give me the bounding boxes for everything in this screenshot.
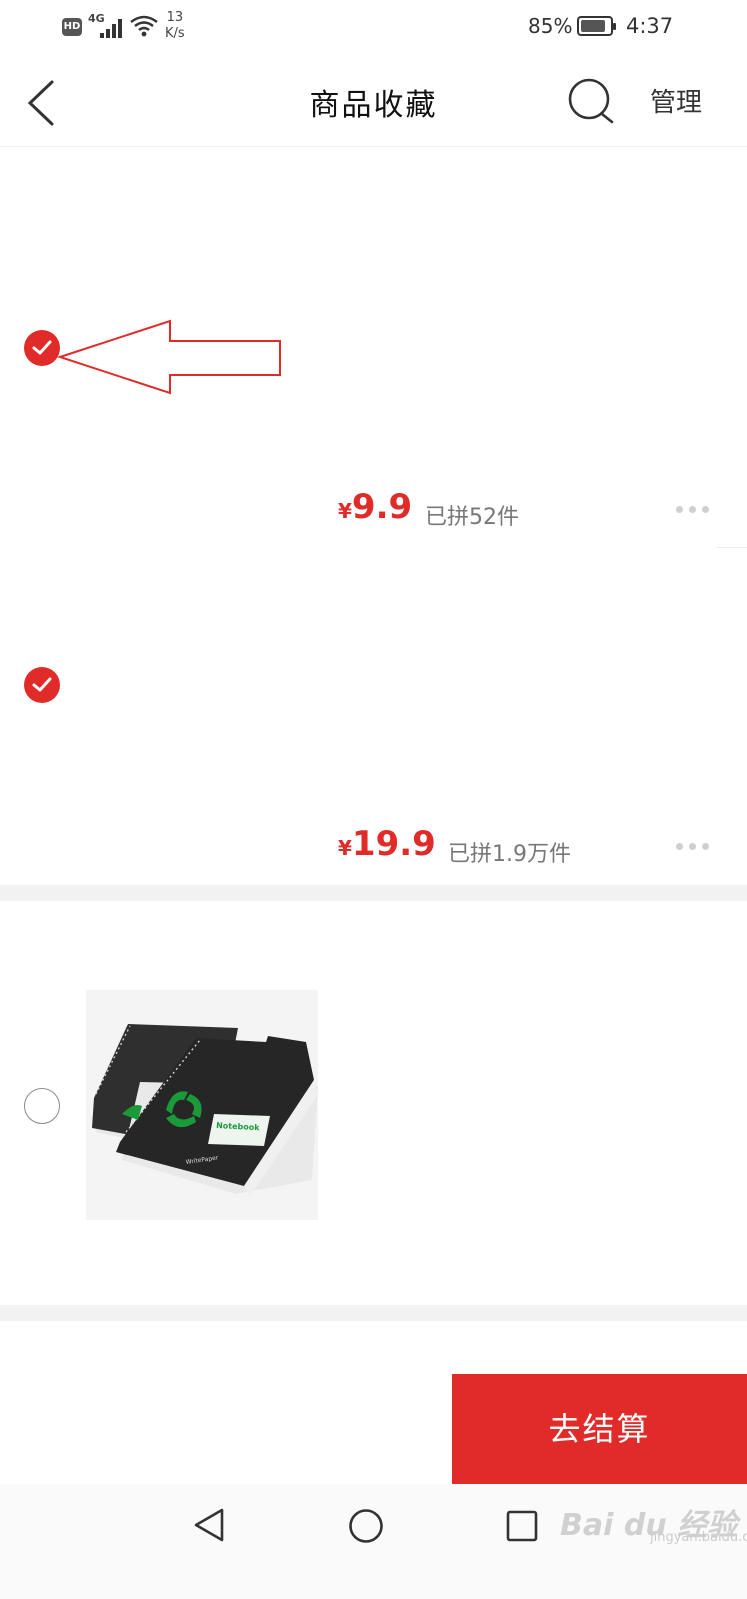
title-bar: 商品收藏 管理	[0, 56, 747, 147]
check-icon	[32, 340, 52, 355]
status-bar: HD 4G 13 K/s 85% 4:37	[0, 0, 747, 56]
wifi-icon	[130, 15, 158, 37]
section-gap	[0, 885, 747, 901]
watermark-url: jingyan.baidu.com	[650, 1530, 747, 1545]
more-icon[interactable]	[674, 840, 714, 852]
battery-icon	[577, 16, 616, 36]
checkbox-checked[interactable]	[24, 667, 60, 703]
nav-back-icon[interactable]	[192, 1506, 226, 1544]
arrow-icon	[56, 319, 281, 395]
net-speed: 13 K/s	[165, 10, 185, 42]
list-item[interactable]: ¥19.9 已拼1.9万件	[0, 548, 747, 885]
battery-percent: 85%	[528, 14, 573, 38]
notebook-picture: Notebook WritePaper	[86, 990, 318, 1220]
nav-recents-icon[interactable]	[506, 1510, 538, 1542]
item-price: ¥19.9	[338, 824, 436, 864]
net-speed-value: 13	[166, 10, 184, 25]
notebook-image[interactable]: Notebook WritePaper	[86, 990, 318, 1220]
page-title: 商品收藏	[309, 88, 438, 123]
clock: 4:37	[626, 14, 674, 38]
currency-symbol: ¥	[338, 499, 352, 523]
section-gap	[0, 1305, 747, 1321]
hd-badge: HD	[62, 18, 82, 36]
manage-button[interactable]: 管理	[650, 82, 702, 119]
back-icon[interactable]	[22, 78, 62, 128]
nav-home-icon[interactable]	[348, 1508, 384, 1544]
currency-symbol: ¥	[338, 836, 352, 860]
price-value: 9.9	[351, 487, 413, 527]
checkbox-checked[interactable]	[24, 330, 60, 366]
item-price: ¥9.9	[338, 487, 412, 527]
sold-count: 已拼52件	[425, 505, 519, 530]
signal-icon	[100, 18, 124, 38]
search-icon[interactable]	[566, 76, 616, 126]
sold-count: 已拼1.9万件	[448, 842, 571, 867]
checkout-button[interactable]: 去结算	[452, 1374, 747, 1484]
checkbox-unchecked[interactable]	[24, 1088, 60, 1124]
net-speed-unit: K/s	[165, 26, 185, 41]
price-value: 19.9	[351, 824, 436, 864]
more-icon[interactable]	[674, 503, 714, 515]
check-icon	[32, 677, 52, 692]
